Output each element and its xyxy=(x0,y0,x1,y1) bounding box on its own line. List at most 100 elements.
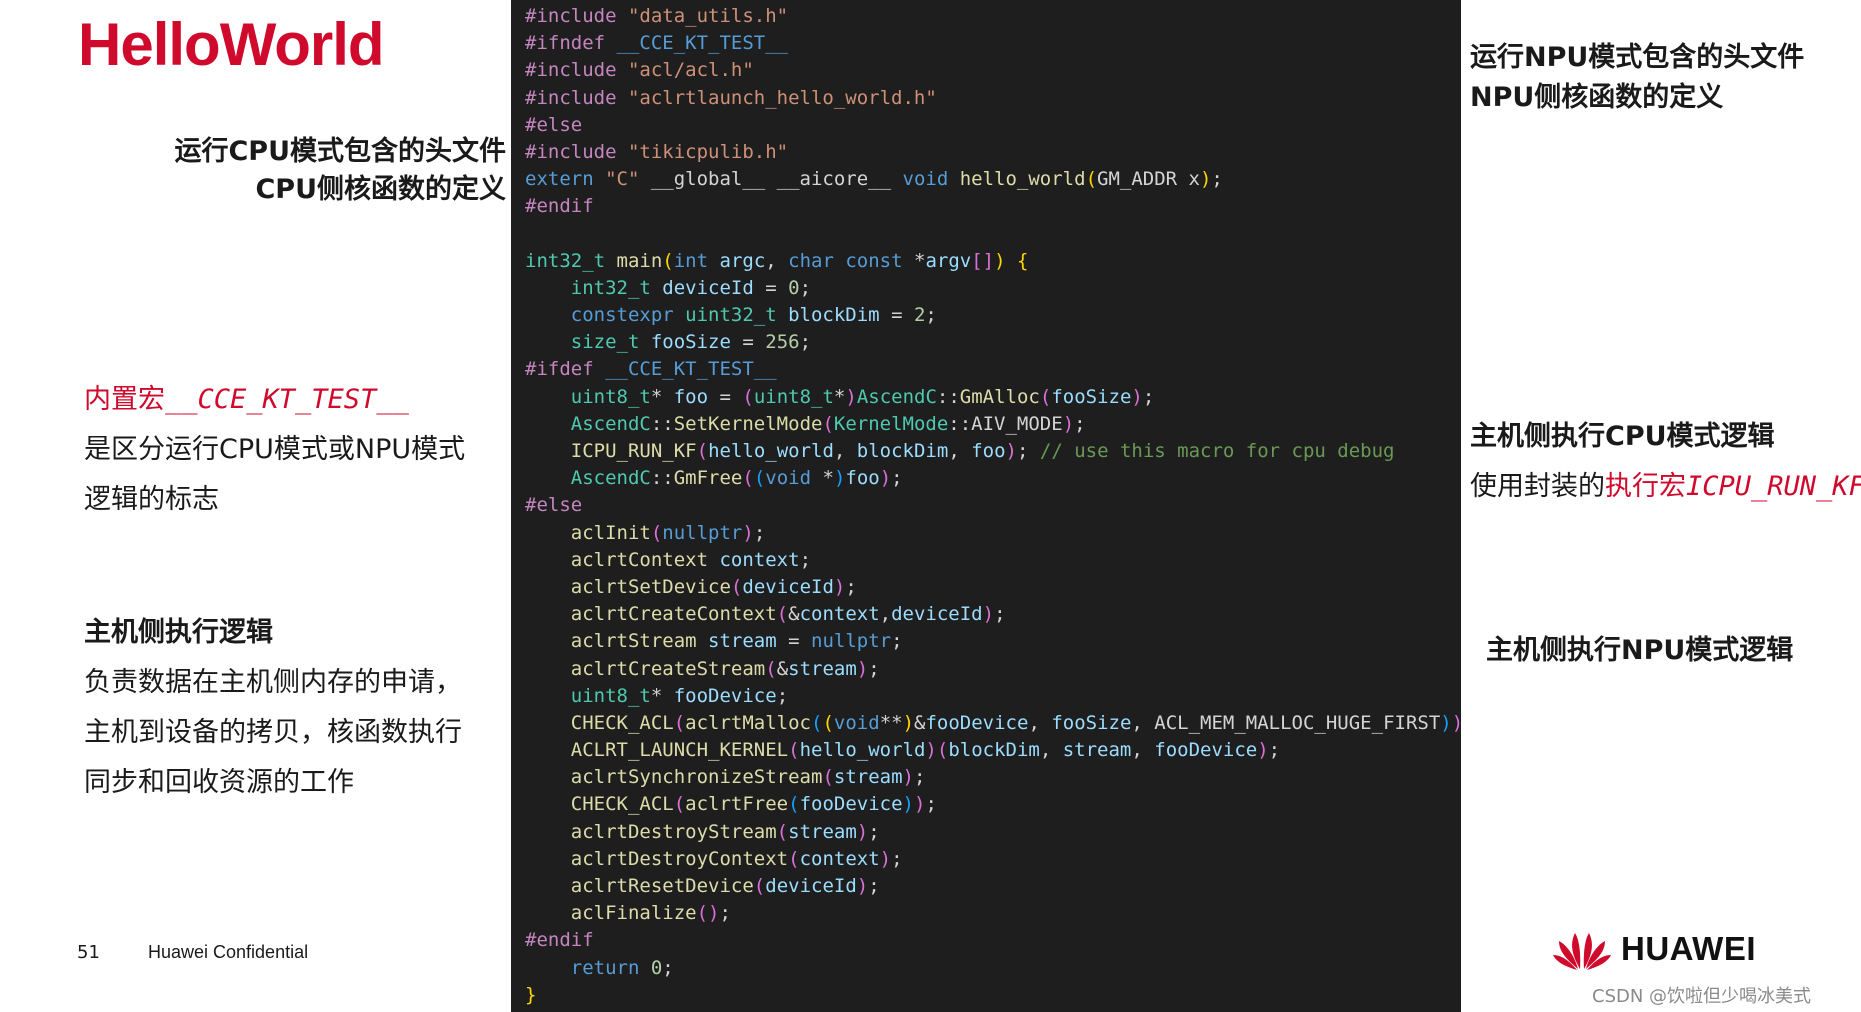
code-token: aclrtDestroyContext xyxy=(570,847,789,870)
code-token: deviceId xyxy=(662,276,754,299)
code-token: ; xyxy=(799,548,812,571)
code-token: :: xyxy=(936,385,960,408)
code-token: ; xyxy=(994,603,1006,626)
code-token: ( xyxy=(822,711,834,734)
code-token: AscendC xyxy=(570,467,651,490)
code-token: aclFinalize xyxy=(570,902,697,925)
code-token: = xyxy=(776,630,812,653)
code-token: 0 xyxy=(788,276,800,299)
code-token: ICPU_RUN_KF xyxy=(570,440,697,462)
code-token: stream xyxy=(833,766,903,789)
code-token: ) xyxy=(994,249,1006,272)
code-token: ) xyxy=(913,793,926,816)
code-token: = xyxy=(879,304,914,327)
code-token: argv xyxy=(925,249,972,272)
code-token: GM_ADDR x xyxy=(1097,168,1200,191)
code-token: ; xyxy=(1142,385,1155,408)
cpu-logic-annotation: 主机侧执行CPU模式逻辑 使用封装的执行宏ICPU_RUN_KF xyxy=(1470,412,1861,512)
code-line: CHECK_ACL(aclrtFree(fooDevice)); xyxy=(525,791,1461,818)
code-token: & xyxy=(914,711,926,734)
code-token: & xyxy=(776,657,789,680)
code-token: * xyxy=(650,385,674,408)
code-line: ACLRT_LAUNCH_KERNEL(hello_world)(blockDi… xyxy=(525,737,1461,764)
code-token: fooDevice xyxy=(799,793,903,816)
code-line: uint8_t* foo = (uint8_t*)AscendC::GmAllo… xyxy=(525,384,1461,411)
code-token: constexpr xyxy=(570,304,686,327)
code-token: aclrtStream xyxy=(570,630,709,653)
code-token: foo xyxy=(971,440,1006,462)
code-token: ) xyxy=(902,711,915,734)
code-token: ) xyxy=(856,820,869,843)
code-token: nullptr xyxy=(662,521,743,544)
code-token: ) xyxy=(1440,711,1452,734)
code-line: #include "aclrtlaunch_hello_world.h" xyxy=(525,85,1461,112)
code-token: #include xyxy=(525,86,628,109)
code-token: ; xyxy=(925,304,937,327)
code-token: , ACL_MEM_MALLOC_HUGE_FIRST xyxy=(1131,711,1441,734)
code-token: SetKernelMode xyxy=(673,412,823,435)
code-token: stream xyxy=(708,630,777,653)
code-line: AscendC::GmFree((void *)foo); xyxy=(525,465,1461,492)
code-line: uint8_t* fooDevice; xyxy=(525,683,1461,710)
code-token: aclrtSynchronizeStream xyxy=(570,766,823,789)
code-line: #else xyxy=(525,492,1461,519)
code-token: ) xyxy=(833,467,846,490)
code-token: KernelMode xyxy=(833,412,949,435)
page-number: 51 xyxy=(77,942,100,963)
code-token: , xyxy=(765,249,789,272)
code-token: "acl/acl.h" xyxy=(627,59,754,82)
code-token: 2 xyxy=(913,304,926,327)
macro-desc-line-2: 是区分运行CPU模式或NPU模式 xyxy=(84,434,466,465)
code-token: ( xyxy=(776,820,789,843)
code-token: #include xyxy=(525,140,628,163)
code-token: ; xyxy=(913,766,926,789)
code-token: ) xyxy=(1005,440,1017,462)
code-token: ( xyxy=(776,603,789,626)
code-token: * xyxy=(650,684,674,707)
code-token: ; xyxy=(891,467,903,490)
cpu-header-line-1: 运行CPU模式包含的头文件 xyxy=(174,136,506,167)
code-token: GmAlloc xyxy=(959,385,1040,408)
host-logic-line-1: 负责数据在主机侧内存的申请， xyxy=(84,667,462,698)
code-line: #ifdef __CCE_KT_TEST__ xyxy=(525,356,1461,383)
code-token: __CCE_KT_TEST__ xyxy=(616,32,789,55)
code-token: stream xyxy=(788,820,857,843)
code-token: * xyxy=(833,385,846,408)
cpu-logic-code: ICPU_RUN_KF xyxy=(1686,471,1861,502)
code-token: , xyxy=(948,440,972,462)
logo-text: HUAWEI xyxy=(1621,930,1756,967)
code-token: fooDevice xyxy=(1154,739,1258,762)
code-token: __global__ __aicore__ xyxy=(650,168,903,191)
code-line: aclFinalize(); xyxy=(525,900,1461,927)
code-line: aclrtSetDevice(deviceId); xyxy=(525,574,1461,601)
code-token: #include xyxy=(525,59,628,82)
cpu-header-line-2: CPU侧核函数的定义 xyxy=(255,174,506,205)
code-token: ( xyxy=(662,249,674,272)
code-line: size_t fooSize = 256; xyxy=(525,329,1461,356)
npu-logic-heading: 主机侧执行NPU模式逻辑 xyxy=(1486,635,1794,666)
code-token: ; xyxy=(1016,440,1040,462)
code-token: context xyxy=(799,847,880,870)
code-token: ) xyxy=(856,657,869,680)
code-token: fooSize xyxy=(1051,385,1132,408)
code-token: * xyxy=(914,249,926,272)
code-line: aclrtCreateContext(&context,deviceId); xyxy=(525,601,1461,628)
code-token: ( xyxy=(822,412,834,435)
code-token: , xyxy=(833,440,857,462)
code-token: void xyxy=(765,467,823,490)
code-token: ACLRT_LAUNCH_KERNEL xyxy=(570,739,789,762)
code-token: ; xyxy=(776,684,789,707)
code-token: fooDevice xyxy=(673,684,777,707)
code-token: stream xyxy=(1062,739,1132,762)
code-token: ; xyxy=(891,630,903,653)
code-token: context xyxy=(799,603,880,626)
